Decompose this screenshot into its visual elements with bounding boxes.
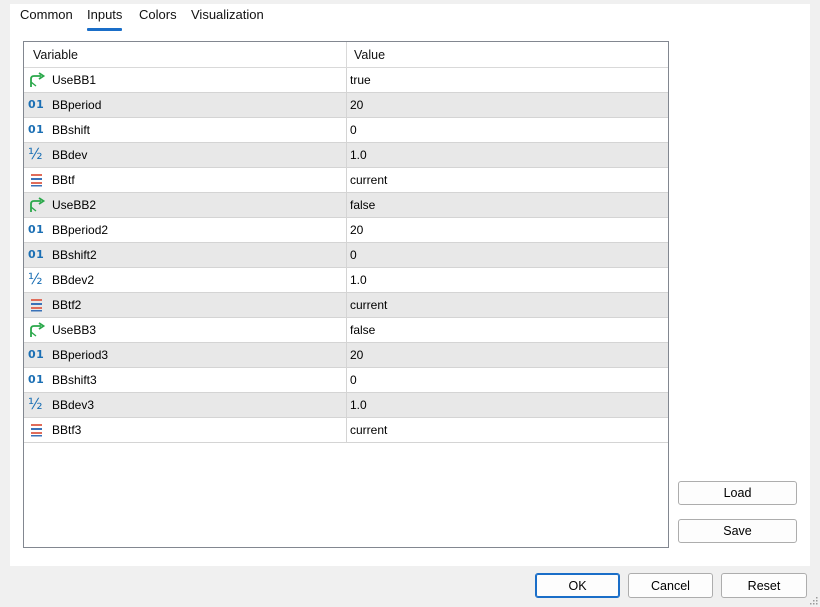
variable-name: BBdev2 — [52, 273, 95, 287]
table-row[interactable]: BBtf2 current — [24, 293, 668, 318]
cell-divider — [346, 243, 347, 267]
variable-value[interactable]: current — [350, 423, 387, 437]
cell-divider — [346, 343, 347, 367]
cell-divider — [346, 268, 347, 292]
ok-button[interactable]: OK — [535, 573, 620, 598]
cell-divider — [346, 68, 347, 92]
table-row[interactable]: 01 BBshift3 0 — [24, 368, 668, 393]
variable-value[interactable]: 0 — [350, 248, 357, 262]
integer-icon: 01 — [28, 348, 45, 361]
save-button[interactable]: Save — [678, 519, 797, 543]
variable-value[interactable]: 20 — [350, 348, 363, 362]
table-row[interactable]: UseBB1 true — [24, 68, 668, 93]
variable-name: BBtf3 — [52, 423, 82, 437]
tab-colors[interactable]: Colors — [139, 7, 177, 29]
column-header-value[interactable]: Value — [354, 48, 385, 62]
table-row[interactable]: 01 BBperiod 20 — [24, 93, 668, 118]
variable-value[interactable]: 0 — [350, 373, 357, 387]
cell-divider — [346, 118, 347, 142]
variable-name: BBtf — [52, 173, 75, 187]
column-header-variable[interactable]: Variable — [33, 48, 78, 62]
enum-list-icon — [31, 174, 42, 187]
variable-value[interactable]: false — [350, 198, 375, 212]
load-button[interactable]: Load — [678, 481, 797, 505]
fraction-icon: ½ — [28, 270, 43, 288]
variable-name: BBperiod — [52, 98, 102, 112]
variable-value[interactable]: true — [350, 73, 371, 87]
integer-icon: 01 — [28, 223, 45, 236]
variable-name: BBdev — [52, 148, 88, 162]
variable-name: UseBB2 — [52, 198, 97, 212]
table-row[interactable]: 01 BBshift2 0 — [24, 243, 668, 268]
variable-name: BBshift — [52, 123, 91, 137]
cell-divider — [346, 143, 347, 167]
cell-divider — [346, 193, 347, 217]
table-row[interactable]: 01 BBperiod2 20 — [24, 218, 668, 243]
reset-button[interactable]: Reset — [721, 573, 807, 598]
variable-name: BBdev3 — [52, 398, 95, 412]
variable-value[interactable]: 1.0 — [350, 148, 367, 162]
cell-divider — [346, 368, 347, 392]
table-row[interactable]: UseBB3 false — [24, 318, 668, 343]
integer-icon: 01 — [28, 123, 45, 136]
variable-name: UseBB3 — [52, 323, 97, 337]
bool-arrow-icon — [30, 322, 46, 337]
variable-name: BBperiod2 — [52, 223, 109, 237]
cancel-button[interactable]: Cancel — [628, 573, 713, 598]
variable-value[interactable]: 20 — [350, 223, 363, 237]
variable-name: BBperiod3 — [52, 348, 109, 362]
integer-icon: 01 — [28, 373, 45, 386]
table-row[interactable]: 01 BBperiod3 20 — [24, 343, 668, 368]
fraction-icon: ½ — [28, 145, 43, 163]
inputs-grid[interactable]: Variable Value UseBB1 true 01 BBperiod 20 01 B… — [23, 41, 669, 548]
table-row[interactable]: ½ BBdev 1.0 — [24, 143, 668, 168]
integer-icon: 01 — [28, 98, 45, 111]
column-divider[interactable] — [346, 42, 347, 67]
enum-list-icon — [31, 299, 42, 312]
table-row[interactable]: ½ BBdev2 1.0 — [24, 268, 668, 293]
tab-visualization[interactable]: Visualization — [191, 7, 264, 29]
table-row[interactable]: ½ BBdev3 1.0 — [24, 393, 668, 418]
variable-name: BBshift2 — [52, 248, 97, 262]
grid-header: Variable Value — [24, 42, 668, 68]
variable-name: UseBB1 — [52, 73, 97, 87]
variable-value[interactable]: current — [350, 298, 387, 312]
variable-value[interactable]: 0 — [350, 123, 357, 137]
grid-rows: UseBB1 true 01 BBperiod 20 01 BBshift 0 ½ BBdev 1.… — [24, 68, 668, 443]
variable-name: BBshift3 — [52, 373, 97, 387]
cell-divider — [346, 293, 347, 317]
cell-divider — [346, 318, 347, 342]
cell-divider — [346, 218, 347, 242]
table-row[interactable]: BBtf current — [24, 168, 668, 193]
tab-common[interactable]: Common — [20, 7, 73, 29]
enum-list-icon — [31, 424, 42, 437]
bool-arrow-icon — [30, 72, 46, 87]
cell-divider — [346, 393, 347, 417]
variable-value[interactable]: 1.0 — [350, 398, 367, 412]
cell-divider — [346, 418, 347, 442]
table-row[interactable]: BBtf3 current — [24, 418, 668, 443]
variable-value[interactable]: current — [350, 173, 387, 187]
variable-value[interactable]: false — [350, 323, 375, 337]
variable-value[interactable]: 1.0 — [350, 273, 367, 287]
table-row[interactable]: 01 BBshift 0 — [24, 118, 668, 143]
cell-divider — [346, 93, 347, 117]
resize-grip-icon[interactable] — [808, 595, 818, 605]
fraction-icon: ½ — [28, 395, 43, 413]
variable-value[interactable]: 20 — [350, 98, 363, 112]
bool-arrow-icon — [30, 197, 46, 212]
cell-divider — [346, 168, 347, 192]
table-row[interactable]: UseBB2 false — [24, 193, 668, 218]
tab-inputs[interactable]: Inputs — [87, 7, 123, 31]
integer-icon: 01 — [28, 248, 45, 261]
variable-name: BBtf2 — [52, 298, 82, 312]
